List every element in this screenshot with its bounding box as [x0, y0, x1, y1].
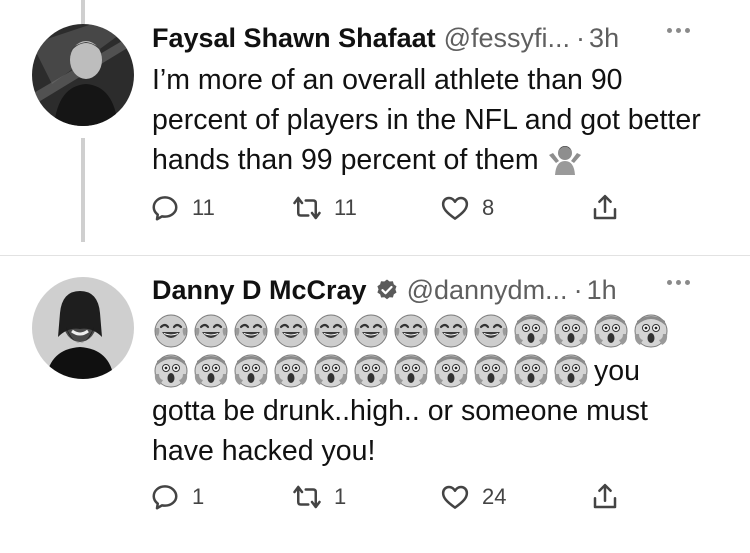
- verified-badge-icon: [375, 278, 399, 302]
- tweet-text-continuation: gotta be drunk..high.. or someone must h…: [152, 395, 648, 467]
- face-screaming-in-fear-emoji: [632, 312, 670, 350]
- face-with-tears-of-joy-emoji: [432, 312, 470, 350]
- author-name[interactable]: Danny D McCray: [152, 275, 367, 306]
- share-icon: [593, 483, 617, 509]
- reply-count: 11: [192, 195, 215, 220]
- share-button[interactable]: [590, 482, 620, 512]
- author-handle[interactable]: @fessyfi...: [444, 23, 570, 54]
- tweet-header: Faysal Shawn Shafaat @fessyfi... · 3h: [152, 20, 720, 56]
- tweet-text-content: gotta be drunk..high.. or someone must h…: [152, 391, 710, 471]
- tweet-text: you gotta be drunk..high.. or someone mu…: [152, 311, 710, 471]
- emoji-row: [152, 311, 710, 351]
- face-screaming-in-fear-emoji: [272, 352, 310, 390]
- timestamp[interactable]: 1h: [587, 275, 617, 306]
- reply-icon: [152, 485, 178, 510]
- reply-button[interactable]: 1: [150, 482, 204, 512]
- retweet-count: 1: [334, 484, 347, 509]
- reply-button[interactable]: 11: [150, 193, 215, 223]
- face-screaming-in-fear-emoji: [472, 352, 510, 390]
- face-with-tears-of-joy-emoji: [352, 312, 390, 350]
- face-with-tears-of-joy-emoji: [192, 312, 230, 350]
- retweet-icon: [293, 485, 321, 509]
- heart-icon: [441, 196, 469, 220]
- face-screaming-in-fear-emoji: [352, 352, 390, 390]
- face-with-tears-of-joy-emoji: [272, 312, 310, 350]
- tweet-header: Danny D McCray @dannydm... · 1h: [152, 272, 720, 308]
- separator-dot: ·: [573, 274, 583, 305]
- face-screaming-in-fear-emoji: [592, 312, 630, 350]
- emoji-row: you: [152, 351, 710, 391]
- face-screaming-in-fear-emoji: [552, 352, 590, 390]
- more-icon[interactable]: [667, 28, 690, 33]
- action-bar: 1 1 24: [150, 477, 670, 517]
- person-shrugging-emoji: [547, 141, 583, 177]
- timestamp[interactable]: 3h: [589, 23, 619, 54]
- tweet-text: I’m more of an overall athlete than 90 p…: [152, 60, 710, 180]
- reply-count: 1: [192, 484, 205, 509]
- like-count: 24: [482, 484, 507, 509]
- reply-icon: [152, 196, 178, 221]
- heart-icon: [441, 485, 469, 509]
- more-icon[interactable]: [667, 280, 690, 285]
- share-icon: [593, 194, 617, 220]
- tweet[interactable]: Faysal Shawn Shafaat @fessyfi... · 3h I’…: [0, 0, 750, 255]
- like-button[interactable]: 24: [440, 482, 506, 512]
- face-screaming-in-fear-emoji: [192, 352, 230, 390]
- face-screaming-in-fear-emoji: [312, 352, 350, 390]
- face-screaming-in-fear-emoji: [152, 352, 190, 390]
- avatar[interactable]: [32, 277, 134, 379]
- face-with-tears-of-joy-emoji: [152, 312, 190, 350]
- face-screaming-in-fear-emoji: [432, 352, 470, 390]
- face-with-tears-of-joy-emoji: [312, 312, 350, 350]
- face-screaming-in-fear-emoji: [552, 312, 590, 350]
- tweet[interactable]: Danny D McCray @dannydm... · 1h you gott…: [0, 255, 750, 553]
- like-count: 8: [482, 195, 495, 220]
- face-screaming-in-fear-emoji: [512, 352, 550, 390]
- face-screaming-in-fear-emoji: [232, 352, 270, 390]
- author-handle[interactable]: @dannydm...: [407, 275, 568, 306]
- face-screaming-in-fear-emoji: [392, 352, 430, 390]
- avatar[interactable]: [32, 24, 134, 126]
- like-button[interactable]: 8: [440, 193, 494, 223]
- retweet-button[interactable]: 11: [292, 193, 357, 223]
- tweet-text-content: I’m more of an overall athlete than 90 p…: [152, 64, 701, 176]
- tweet-text-inline: you: [594, 355, 640, 387]
- share-button[interactable]: [590, 193, 620, 223]
- face-with-tears-of-joy-emoji: [392, 312, 430, 350]
- face-with-tears-of-joy-emoji: [232, 312, 270, 350]
- author-name[interactable]: Faysal Shawn Shafaat: [152, 23, 436, 54]
- retweet-button[interactable]: 1: [292, 482, 346, 512]
- retweet-count: 11: [334, 195, 357, 220]
- action-bar: 11 11 8: [150, 188, 670, 228]
- retweet-icon: [293, 196, 321, 220]
- face-screaming-in-fear-emoji: [512, 312, 550, 350]
- face-with-tears-of-joy-emoji: [472, 312, 510, 350]
- separator-dot: ·: [576, 22, 586, 53]
